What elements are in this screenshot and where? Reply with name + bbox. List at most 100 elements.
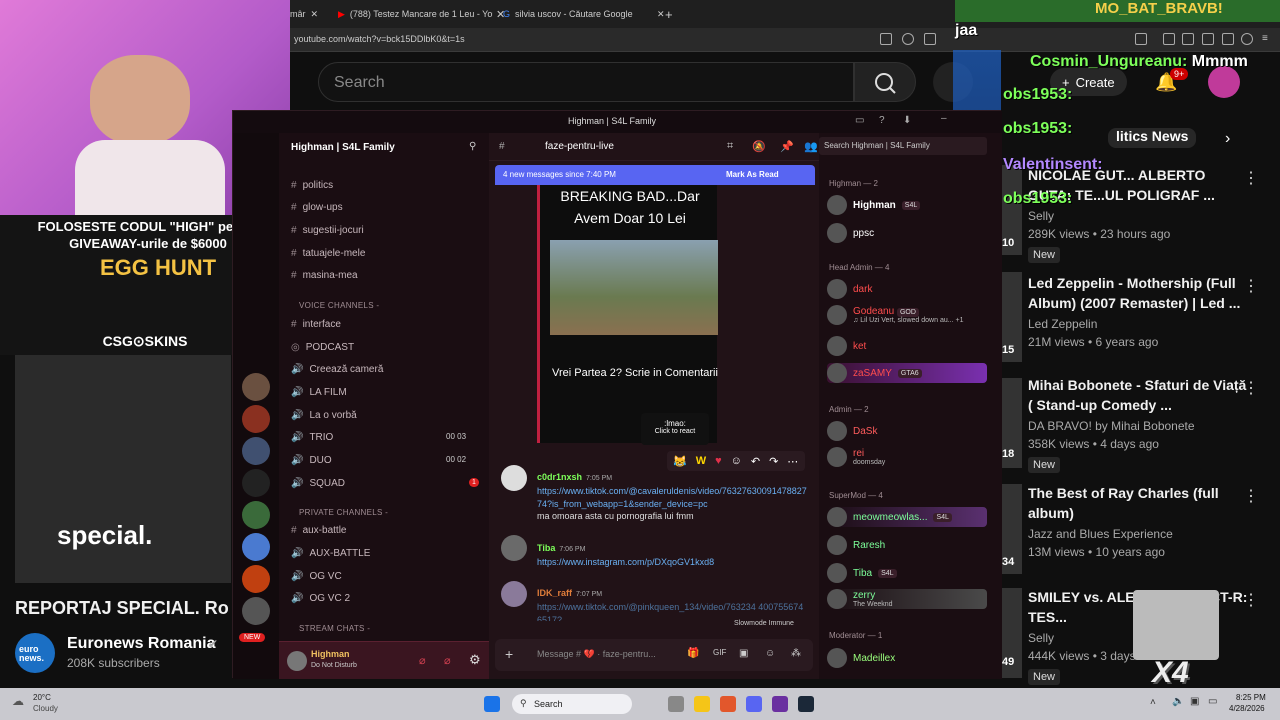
music-icon[interactable] bbox=[1163, 33, 1175, 45]
voice-channel[interactable]: 🔊 DUO bbox=[291, 455, 332, 466]
steam-icon[interactable] bbox=[798, 696, 814, 712]
server-icon[interactable] bbox=[242, 405, 270, 433]
chip-news[interactable]: litics News bbox=[1108, 128, 1197, 148]
chevron-up-icon[interactable]: ˄ bbox=[1150, 697, 1156, 708]
discord-icon[interactable] bbox=[746, 696, 762, 712]
task-view-icon[interactable] bbox=[668, 696, 684, 712]
wallet-icon[interactable] bbox=[1202, 33, 1214, 45]
member-item[interactable]: zaSAMY GTA6 bbox=[827, 363, 987, 383]
pin-icon[interactable]: 📌 bbox=[780, 140, 794, 153]
inbox-icon[interactable]: ▭ bbox=[855, 115, 864, 126]
new-tab-icon[interactable]: + bbox=[665, 4, 673, 24]
sidebar-icon[interactable] bbox=[1182, 33, 1194, 45]
video-player[interactable]: special. bbox=[15, 355, 231, 583]
volume-icon[interactable]: 🔈 bbox=[1172, 696, 1184, 707]
share-icon[interactable] bbox=[924, 33, 936, 45]
message-link[interactable]: https://www.instagram.com/p/DXqoGV1kxd8 bbox=[537, 556, 807, 569]
help-icon[interactable]: ? bbox=[879, 115, 885, 126]
video-embed[interactable]: BREAKING BAD...Dar Avem Doar 10 Lei Vrei… bbox=[537, 185, 718, 443]
settings-icon[interactable]: ⚙ bbox=[469, 652, 481, 668]
voice-channel[interactable]: # interface bbox=[291, 319, 341, 330]
browser-tab[interactable]: ▶ (788) Testez Mancare de 1 Leu - You bbox=[338, 4, 493, 24]
close-icon[interactable]: ✕ bbox=[657, 4, 665, 24]
video-title[interactable]: Led Zeppelin - Mothership (Full Album) (… bbox=[1028, 273, 1248, 313]
video-title[interactable]: The Best of Ray Charles (full album) bbox=[1028, 483, 1248, 523]
extension-icon[interactable] bbox=[1135, 33, 1147, 45]
voice-channel[interactable]: 🔊 LA FILM bbox=[291, 387, 347, 398]
youtube-search-button[interactable] bbox=[854, 62, 916, 102]
server-search-input[interactable]: Search Highman | S4L Family bbox=[819, 137, 987, 155]
cast-icon[interactable] bbox=[880, 33, 892, 45]
gift-icon[interactable]: 🎁 bbox=[687, 648, 699, 659]
mic-muted-icon[interactable]: ⌀ bbox=[419, 654, 426, 667]
server-name[interactable]: Highman | S4L Family bbox=[291, 142, 395, 153]
avatar[interactable] bbox=[287, 651, 307, 671]
category-header[interactable]: PRIVATE CHANNELS - bbox=[299, 508, 388, 517]
download-icon[interactable]: ⬇ bbox=[903, 115, 911, 126]
voice-channel[interactable]: 🔊 TRIO bbox=[291, 432, 333, 443]
embed-video-thumbnail[interactable] bbox=[550, 240, 718, 335]
video-thumbnail[interactable]: 10 bbox=[1002, 165, 1022, 255]
forward-icon[interactable]: ↷ bbox=[769, 455, 778, 468]
zoom-icon[interactable] bbox=[902, 33, 914, 45]
video-item[interactable]: Mihai Bobonete - Sfaturi de Viață ( Stan… bbox=[1028, 375, 1248, 473]
member-item[interactable]: Raresh bbox=[827, 535, 885, 555]
close-icon[interactable]: ✕ bbox=[311, 9, 319, 20]
category-header[interactable]: STREAM CHATS - bbox=[299, 624, 370, 633]
bell-icon[interactable]: 🔕 bbox=[752, 140, 766, 153]
member-item[interactable]: ppsc bbox=[827, 223, 874, 243]
video-item[interactable]: Led Zeppelin - Mothership (Full Album) (… bbox=[1028, 273, 1248, 349]
url-field[interactable]: youtube.com/watch?v=bck15DDlbK0&t=1s bbox=[294, 34, 465, 44]
message-input[interactable]: + Message # 💔 · faze-pentru... 🎁 GIF ▣ ☺… bbox=[495, 639, 813, 671]
channel-item[interactable]: 🔊 OG VC bbox=[291, 571, 342, 582]
app-icon[interactable] bbox=[772, 696, 788, 712]
weather-temp[interactable]: 20°C bbox=[33, 693, 51, 702]
more-options-icon[interactable]: ⋮ bbox=[1243, 276, 1259, 296]
taskbar-search[interactable]: ⚲ Search bbox=[512, 694, 632, 714]
member-item[interactable]: meowmeowlas... S4L bbox=[827, 507, 987, 527]
video-item[interactable]: The Best of Ray Charles (full album) Jaz… bbox=[1028, 483, 1248, 559]
apps-icon[interactable]: ⁂ bbox=[791, 648, 801, 659]
channel-item[interactable]: # aux-battle bbox=[291, 525, 346, 536]
member-item[interactable]: dark bbox=[827, 279, 872, 299]
video-channel[interactable]: Selly bbox=[1028, 209, 1248, 223]
more-options-icon[interactable]: ⋮ bbox=[1243, 378, 1259, 398]
add-friend-icon[interactable]: ⚲ bbox=[469, 141, 476, 152]
message-link[interactable]: https://www.tiktok.com/@pinkqueen_134/vi… bbox=[537, 601, 807, 621]
minimize-icon[interactable]: – bbox=[941, 113, 947, 124]
server-icon[interactable] bbox=[242, 469, 270, 497]
category-header[interactable]: VOICE CHANNELS - bbox=[299, 301, 379, 310]
threads-icon[interactable]: ⌗ bbox=[727, 140, 733, 153]
member-item[interactable]: Madeillex bbox=[827, 648, 895, 668]
heart-icon[interactable]: ♥ bbox=[715, 455, 722, 467]
new-messages-bar[interactable]: 4 new messages since 7:40 PM Mark As Rea… bbox=[495, 165, 815, 185]
server-icon[interactable] bbox=[242, 565, 270, 593]
server-icon[interactable] bbox=[242, 533, 270, 561]
sticker-icon[interactable]: ▣ bbox=[739, 648, 748, 659]
member-item[interactable]: Godeanu GOD ♫ Lil Uzi Vert, slowed down a… bbox=[827, 305, 964, 325]
more-options-icon[interactable]: ⋮ bbox=[1243, 590, 1259, 610]
deafen-icon[interactable]: ⌀ bbox=[444, 654, 451, 667]
channel-item[interactable]: 🔊 OG VC 2 bbox=[291, 593, 350, 604]
server-icon[interactable] bbox=[242, 437, 270, 465]
message-author[interactable]: c0dr1nxsh bbox=[537, 472, 582, 482]
server-icon[interactable] bbox=[242, 597, 270, 625]
members-icon[interactable]: 👥 bbox=[804, 140, 818, 153]
chevron-right-icon[interactable]: › bbox=[1225, 130, 1230, 148]
video-thumbnail[interactable]: 34 bbox=[1002, 484, 1022, 574]
message-author[interactable]: IDK_raff bbox=[537, 588, 572, 598]
member-item[interactable]: zerry The Weeknd bbox=[827, 589, 987, 609]
emoji-icon[interactable]: 😹 bbox=[673, 455, 687, 468]
voice-channel[interactable]: 🔊 Creează cameră bbox=[291, 364, 383, 375]
battery-icon[interactable]: ▭ bbox=[1208, 696, 1217, 707]
shield-icon[interactable] bbox=[1241, 33, 1253, 45]
video-channel[interactable]: Jazz and Blues Experience bbox=[1028, 527, 1248, 541]
w-emoji-icon[interactable]: W bbox=[696, 455, 706, 467]
youtube-search-input[interactable]: Search bbox=[318, 62, 854, 102]
more-options-icon[interactable]: ⋮ bbox=[1243, 168, 1259, 188]
video-channel[interactable]: Led Zeppelin bbox=[1028, 317, 1248, 331]
video-thumbnail[interactable]: 18 bbox=[1002, 378, 1022, 468]
message-author[interactable]: Tiba bbox=[537, 543, 555, 553]
mark-as-read-button[interactable]: Mark As Read bbox=[726, 170, 779, 179]
gif-icon[interactable]: GIF bbox=[713, 648, 726, 657]
